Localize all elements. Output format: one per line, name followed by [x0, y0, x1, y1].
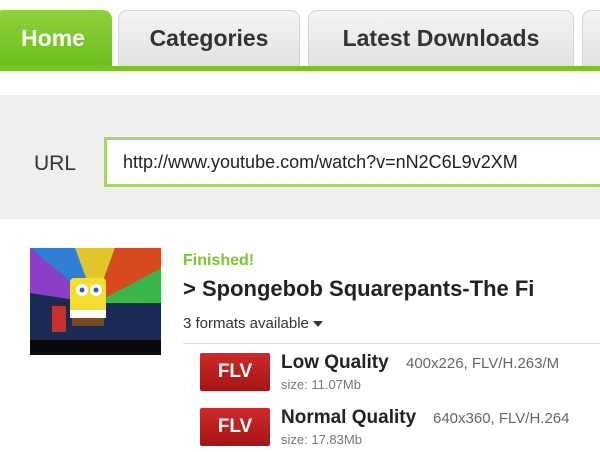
- format-size: size: 17.83Mb: [281, 432, 362, 447]
- format-quality[interactable]: Normal Quality: [281, 407, 416, 429]
- tab-latest-downloads[interactable]: Latest Downloads: [308, 10, 574, 66]
- formats-label: 3 formats available: [183, 315, 309, 332]
- format-quality[interactable]: Low Quality: [281, 352, 389, 374]
- url-label: URL: [34, 152, 77, 175]
- format-row: FLV Normal Quality 640x360, FLV/H.264 si…: [200, 407, 600, 452]
- divider: [183, 343, 600, 344]
- url-input[interactable]: [104, 137, 600, 187]
- video-thumbnail[interactable]: [30, 248, 161, 355]
- flv-download-button[interactable]: FLV: [200, 353, 270, 391]
- formats-dropdown[interactable]: 3 formats available: [183, 315, 323, 332]
- download-status: Finished!: [183, 252, 255, 269]
- tab-more[interactable]: [582, 10, 600, 66]
- format-size: size: 11.07Mb: [281, 377, 361, 392]
- tab-bar: Home Categories Latest Downloads: [0, 0, 600, 71]
- tab-categories[interactable]: Categories: [118, 10, 300, 66]
- format-detail: 400x226, FLV/H.263/M: [406, 355, 560, 372]
- format-detail: 640x360, FLV/H.264: [433, 410, 570, 427]
- video-title[interactable]: > Spongebob Squarepants-The Fi: [183, 276, 600, 302]
- tab-home[interactable]: Home: [0, 10, 112, 66]
- caret-down-icon: [312, 321, 323, 328]
- format-row: FLV Low Quality 400x226, FLV/H.263/M siz…: [200, 352, 600, 397]
- tab-underline: [0, 66, 600, 71]
- flv-download-button[interactable]: FLV: [200, 408, 270, 446]
